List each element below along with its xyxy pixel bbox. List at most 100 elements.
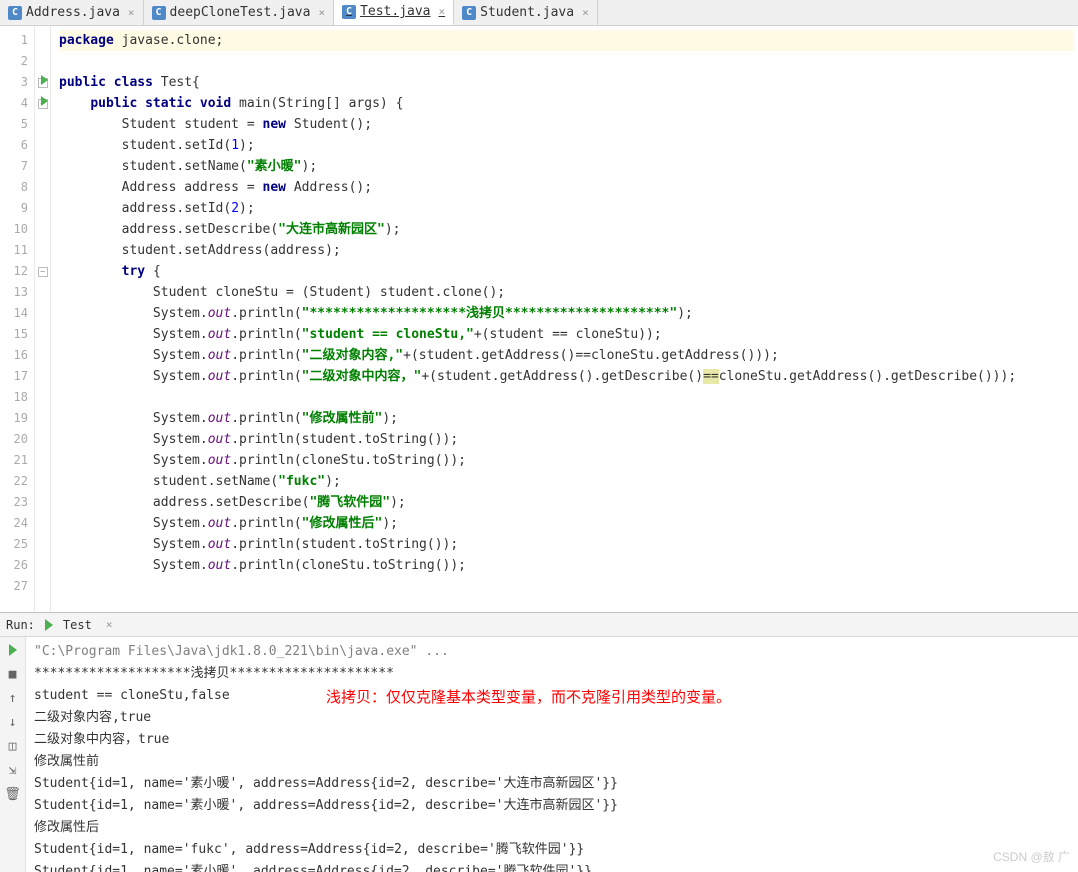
close-icon[interactable]: × (582, 6, 589, 19)
run-gutter-icon[interactable] (41, 75, 48, 85)
fold-marker (35, 366, 50, 387)
run-toolbar: ■ ↑ ↓ ◫ ⇲ 🗑 (0, 637, 26, 872)
fold-marker[interactable]: − (35, 261, 50, 282)
run-panel: Run: Test × ■ ↑ ↓ ◫ ⇲ 🗑 浅拷贝：仅仅克隆基本类型变量，而… (0, 612, 1078, 872)
line-number[interactable]: 27 (0, 576, 34, 597)
close-icon[interactable]: × (318, 6, 325, 19)
line-number[interactable]: 22 (0, 471, 34, 492)
run-config-name[interactable]: Test (63, 618, 92, 632)
code-line[interactable]: Student cloneStu = (Student) student.clo… (59, 282, 1074, 303)
tab-student[interactable]: CStudent.java× (454, 0, 598, 25)
tab-deepclonetest[interactable]: CdeepCloneTest.java × (144, 0, 335, 25)
code-line[interactable]: System.out.println(cloneStu.toString()); (59, 450, 1074, 471)
java-file-icon: C (8, 6, 22, 20)
code-line[interactable]: Address address = new Address(); (59, 177, 1074, 198)
code-line[interactable]: System.out.println(student.toString()); (59, 429, 1074, 450)
code-line[interactable]: student.setName("fukc"); (59, 471, 1074, 492)
fold-marker (35, 408, 50, 429)
console-line: Student{id=1, name='素小暖', address=Addres… (34, 861, 1070, 872)
close-icon[interactable]: × (439, 5, 446, 18)
console-line: 修改属性后 (34, 817, 1070, 839)
code-line[interactable]: System.out.println("student == cloneStu,… (59, 324, 1074, 345)
fold-gutter: −−− (35, 26, 51, 612)
tab-address[interactable]: CAddress.java× (0, 0, 144, 25)
code-line[interactable]: student.setId(1); (59, 135, 1074, 156)
rerun-button[interactable] (4, 641, 22, 659)
line-number[interactable]: 13 (0, 282, 34, 303)
console-line: Student{id=1, name='fukc', address=Addre… (34, 839, 1070, 861)
line-number[interactable]: 20 (0, 429, 34, 450)
tab-test[interactable]: CTest.java× (334, 0, 454, 25)
line-number[interactable]: 12 (0, 261, 34, 282)
code-line[interactable]: System.out.println(student.toString()); (59, 534, 1074, 555)
code-line[interactable]: address.setDescribe("大连市高新园区"); (59, 219, 1074, 240)
fold-marker (35, 219, 50, 240)
line-number[interactable]: 24 (0, 513, 34, 534)
code-line[interactable]: Student student = new Student(); (59, 114, 1074, 135)
pin-button[interactable]: ⇲ (4, 761, 22, 779)
fold-marker (35, 282, 50, 303)
code-line[interactable] (59, 387, 1074, 408)
code-line[interactable]: package javase.clone; (59, 30, 1074, 51)
console-line: 二级对象中内容，true (34, 729, 1070, 751)
code-line[interactable] (59, 51, 1074, 72)
fold-marker (35, 177, 50, 198)
console-output[interactable]: 浅拷贝：仅仅克隆基本类型变量，而不克隆引用类型的变量。 CSDN @敖 广 "C… (26, 637, 1078, 872)
code-line[interactable]: System.out.println("********************… (59, 303, 1074, 324)
layout-button[interactable]: ◫ (4, 737, 22, 755)
code-line[interactable]: address.setDescribe("腾飞软件园"); (59, 492, 1074, 513)
console-line: "C:\Program Files\Java\jdk1.8.0_221\bin\… (34, 641, 1070, 663)
line-number[interactable]: 10 (0, 219, 34, 240)
code-line[interactable]: System.out.println("二级对象内容,"+(student.ge… (59, 345, 1074, 366)
line-number[interactable]: 4 (0, 93, 34, 114)
tab-label: deepCloneTest.java (170, 5, 311, 20)
fold-marker (35, 576, 50, 597)
editor-tabs: CAddress.java×CdeepCloneTest.java×CTest.… (0, 0, 1078, 26)
line-number[interactable]: 1 (0, 30, 34, 51)
code-line[interactable]: System.out.println("二级对象中内容，"+(student.g… (59, 366, 1074, 387)
code-line[interactable]: student.setAddress(address); (59, 240, 1074, 261)
line-number[interactable]: 14 (0, 303, 34, 324)
line-number[interactable]: 8 (0, 177, 34, 198)
line-number[interactable]: 19 (0, 408, 34, 429)
line-number[interactable]: 7 (0, 156, 34, 177)
fold-marker (35, 51, 50, 72)
line-number[interactable]: 26 (0, 555, 34, 576)
line-number[interactable]: 2 (0, 51, 34, 72)
play-icon (45, 619, 53, 631)
console-line: 二级对象内容,true (34, 707, 1070, 729)
line-number[interactable]: 9 (0, 198, 34, 219)
line-number[interactable]: 25 (0, 534, 34, 555)
down-button[interactable]: ↓ (4, 713, 22, 731)
code-line[interactable]: public static void main(String[] args) { (59, 93, 1074, 114)
line-number[interactable]: 23 (0, 492, 34, 513)
code-area[interactable]: package javase.clone;public class Test{ … (51, 26, 1078, 612)
up-button[interactable]: ↑ (4, 689, 22, 707)
line-number[interactable]: 18 (0, 387, 34, 408)
annotation-text: 浅拷贝：仅仅克隆基本类型变量，而不克隆引用类型的变量。 (326, 687, 731, 709)
fold-marker (35, 387, 50, 408)
line-number[interactable]: 3 (0, 72, 34, 93)
code-line[interactable]: System.out.println("修改属性前"); (59, 408, 1074, 429)
code-line[interactable]: System.out.println("修改属性后"); (59, 513, 1074, 534)
close-icon[interactable]: × (128, 6, 135, 19)
code-line[interactable]: System.out.println(cloneStu.toString()); (59, 555, 1074, 576)
close-icon[interactable]: × (106, 618, 113, 631)
line-number[interactable]: 16 (0, 345, 34, 366)
stop-button[interactable]: ■ (4, 665, 22, 683)
line-number[interactable]: 5 (0, 114, 34, 135)
line-number[interactable]: 11 (0, 240, 34, 261)
code-line[interactable]: address.setId(2); (59, 198, 1074, 219)
code-line[interactable] (59, 576, 1074, 597)
java-file-icon: C (152, 6, 166, 20)
code-line[interactable]: public class Test{ (59, 72, 1074, 93)
line-number[interactable]: 17 (0, 366, 34, 387)
run-gutter-icon[interactable] (41, 96, 48, 106)
line-number[interactable]: 21 (0, 450, 34, 471)
code-line[interactable]: student.setName("素小暖"); (59, 156, 1074, 177)
line-number[interactable]: 6 (0, 135, 34, 156)
trash-button[interactable]: 🗑 (4, 785, 22, 803)
line-number[interactable]: 15 (0, 324, 34, 345)
fold-marker (35, 450, 50, 471)
code-line[interactable]: try { (59, 261, 1074, 282)
